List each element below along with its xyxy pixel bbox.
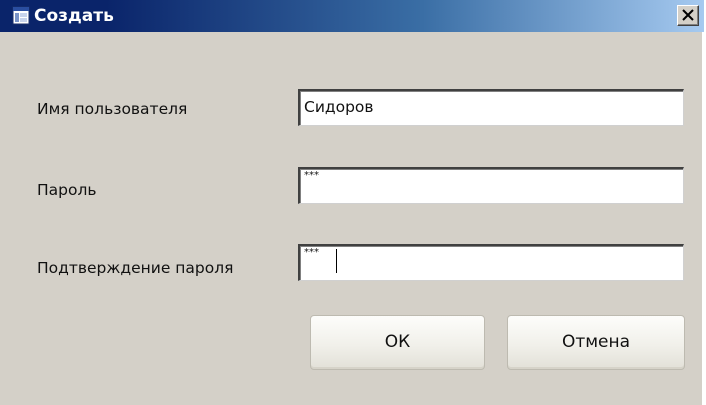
password-label: Пароль [37, 181, 97, 199]
password-value: *** [304, 170, 319, 181]
window-app-icon [12, 6, 30, 25]
close-icon [682, 9, 694, 21]
password-input[interactable]: *** [298, 167, 684, 204]
confirm-password-value: *** [304, 247, 319, 258]
confirm-password-input[interactable]: *** [298, 244, 684, 281]
username-input[interactable]: Сидоров [298, 89, 684, 126]
dialog-title: Создать [34, 6, 114, 26]
cancel-button[interactable]: Отмена [507, 315, 685, 370]
username-label: Имя пользователя [37, 100, 188, 118]
text-caret [336, 249, 337, 273]
create-dialog: Создать Имя пользователя Сидоров Пароль … [0, 0, 704, 405]
title-bar[interactable]: Создать [0, 0, 704, 32]
close-button[interactable] [677, 5, 699, 26]
ok-button[interactable]: ОК [310, 315, 485, 370]
confirm-password-label: Подтверждение пароля [37, 259, 234, 277]
